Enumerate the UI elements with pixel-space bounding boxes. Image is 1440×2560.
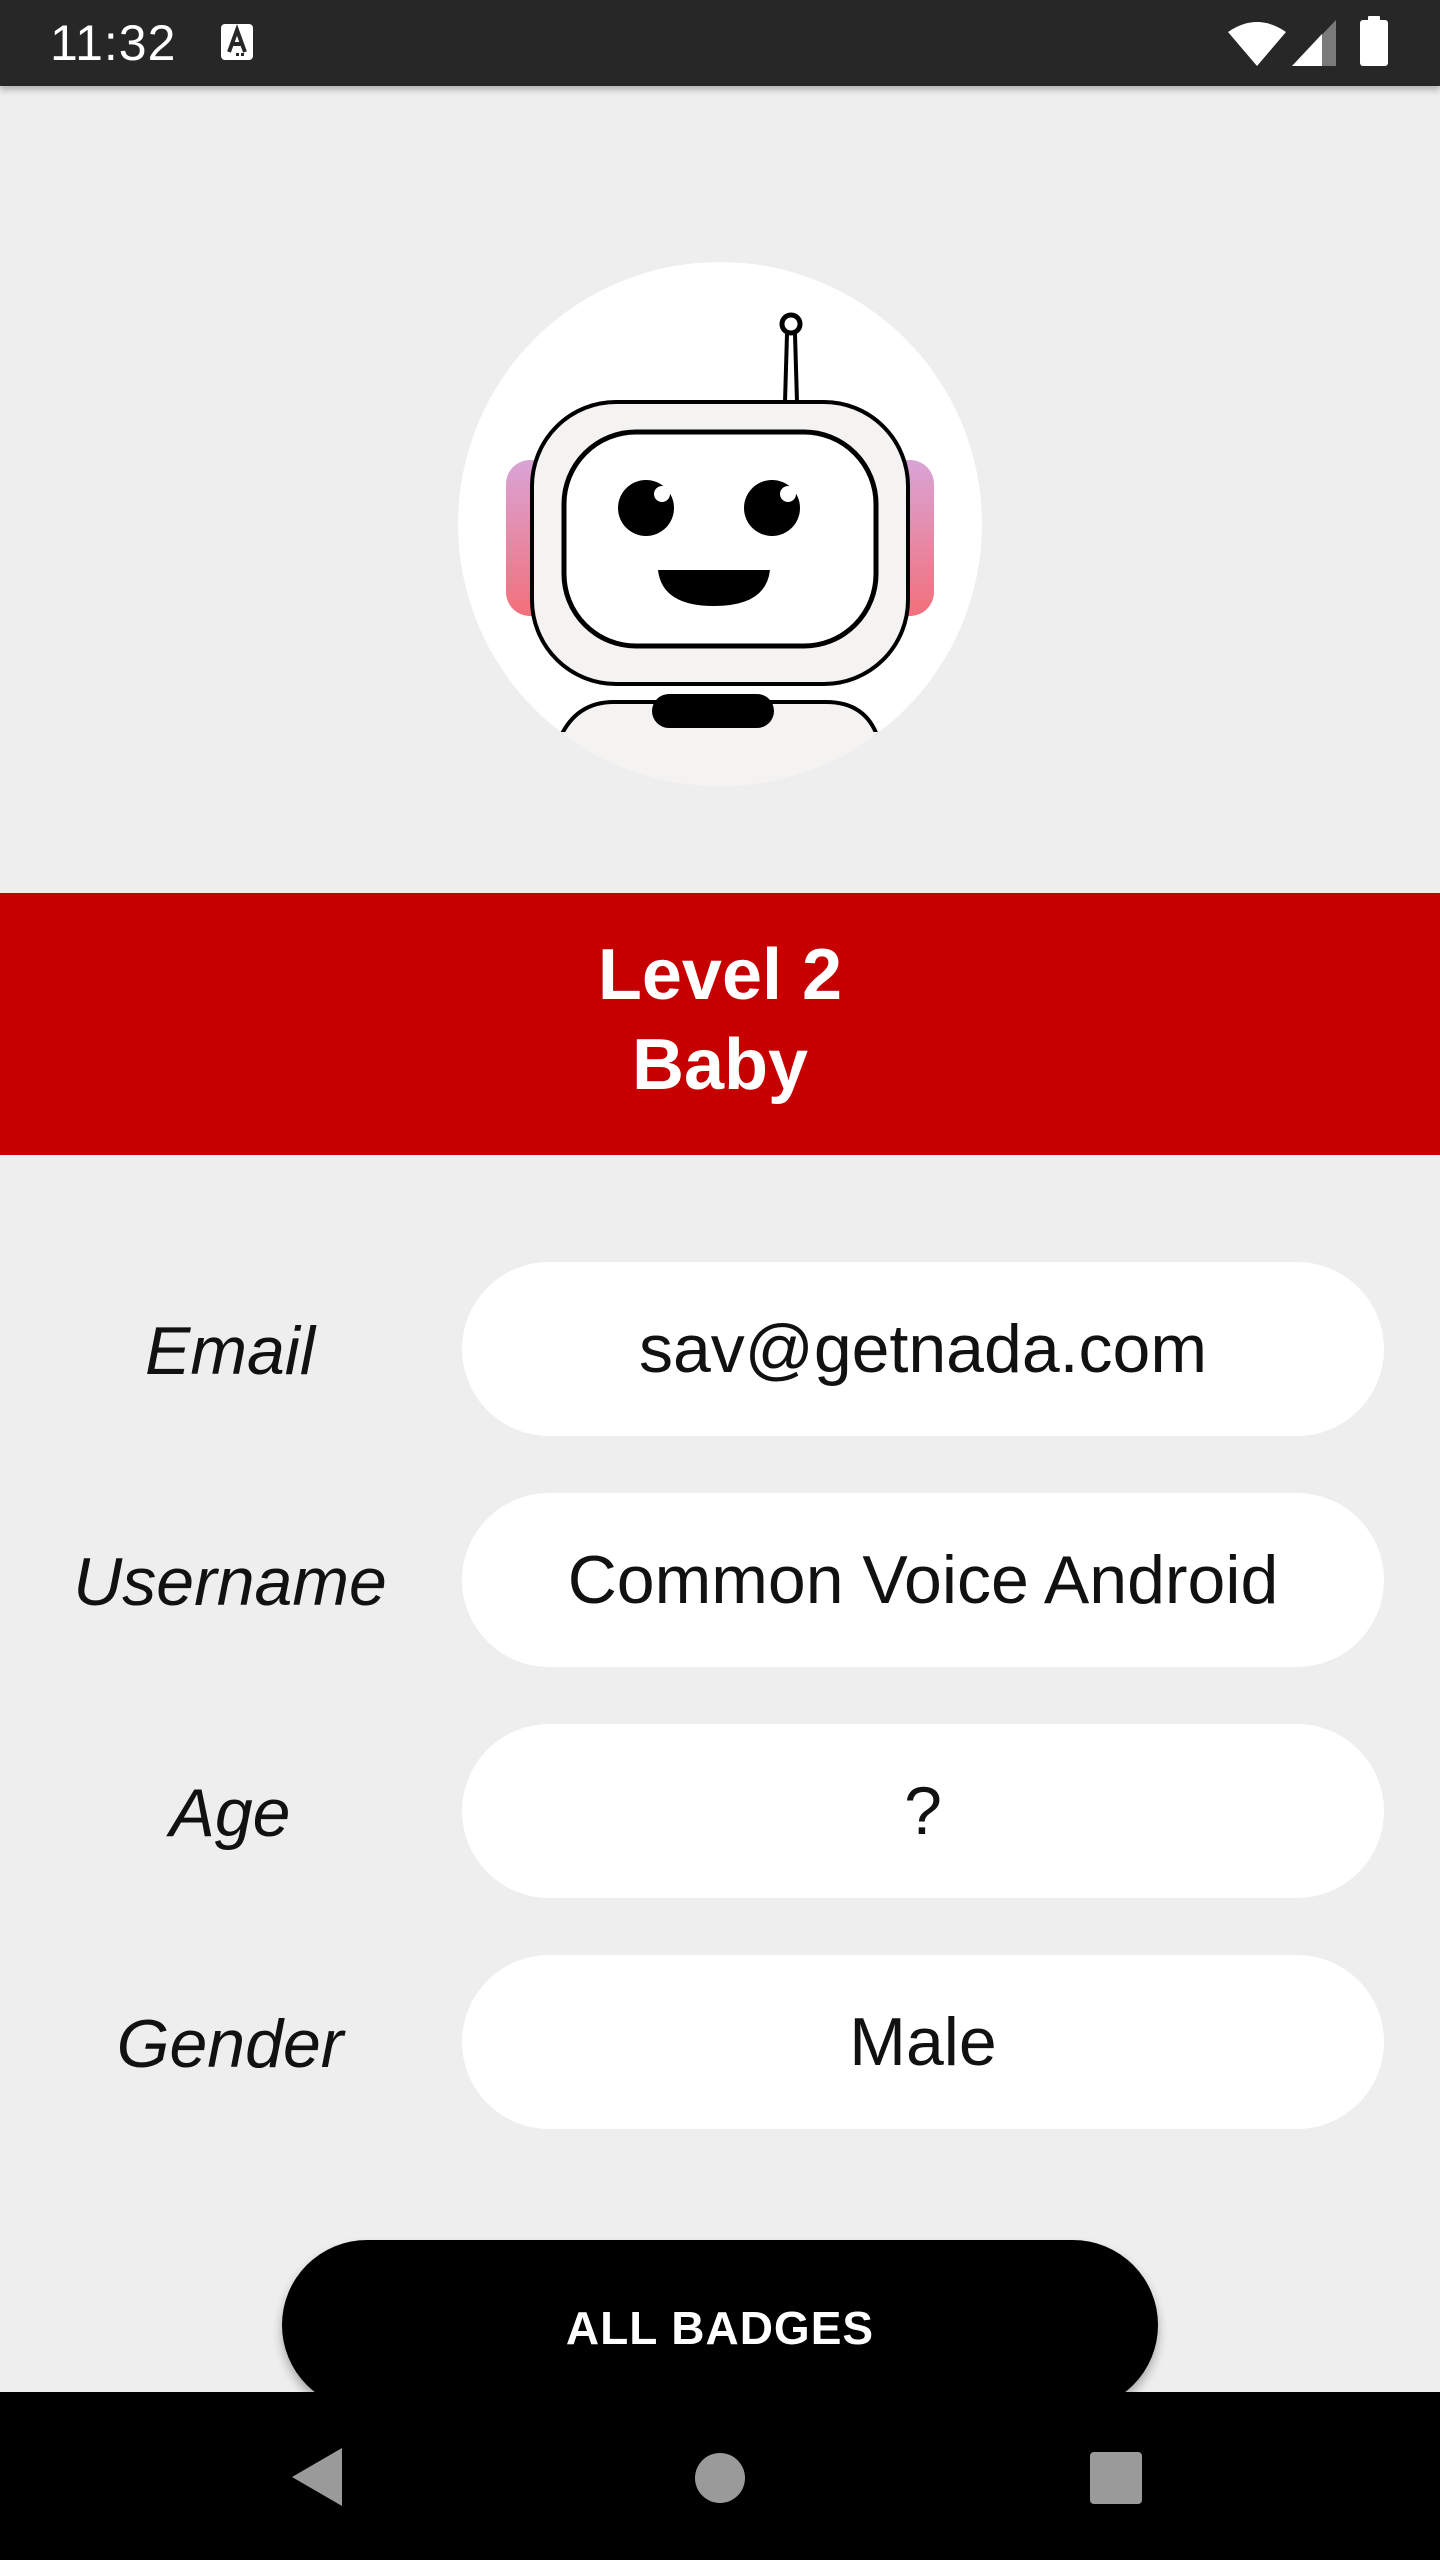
navigation-bar <box>0 2392 1440 2560</box>
recents-icon[interactable] <box>1090 2452 1142 2504</box>
home-icon[interactable] <box>694 2452 746 2504</box>
level-title: Level 2 <box>597 935 843 1015</box>
age-label: Age <box>169 1775 291 1851</box>
level-name: Baby <box>631 1025 809 1105</box>
wifi-icon <box>1228 20 1286 66</box>
gender-field[interactable]: Male <box>462 1955 1384 2129</box>
email-label: Email <box>144 1313 316 1389</box>
robot-avatar <box>458 262 982 786</box>
a-notification-icon <box>220 22 254 62</box>
signal-icon <box>1292 20 1336 66</box>
username-field[interactable]: Common Voice Android <box>462 1493 1384 1667</box>
battery-icon <box>1360 16 1388 66</box>
email-field[interactable]: sav@getnada.com <box>462 1262 1384 1436</box>
all-badges-button[interactable]: ALL BADGES <box>282 2240 1158 2410</box>
username-label: Username <box>73 1544 387 1620</box>
profile-screen: 11:32 Level 2 Baby Email sav@getnada.com… <box>0 0 1440 2560</box>
level-banner: Level 2 Baby <box>0 893 1440 1155</box>
robot-icon <box>506 312 934 786</box>
back-icon[interactable] <box>288 2446 344 2508</box>
status-bar: 11:32 <box>0 0 1440 86</box>
status-time: 11:32 <box>50 15 177 71</box>
gender-label: Gender <box>116 2006 344 2082</box>
age-field[interactable]: ? <box>462 1724 1384 1898</box>
